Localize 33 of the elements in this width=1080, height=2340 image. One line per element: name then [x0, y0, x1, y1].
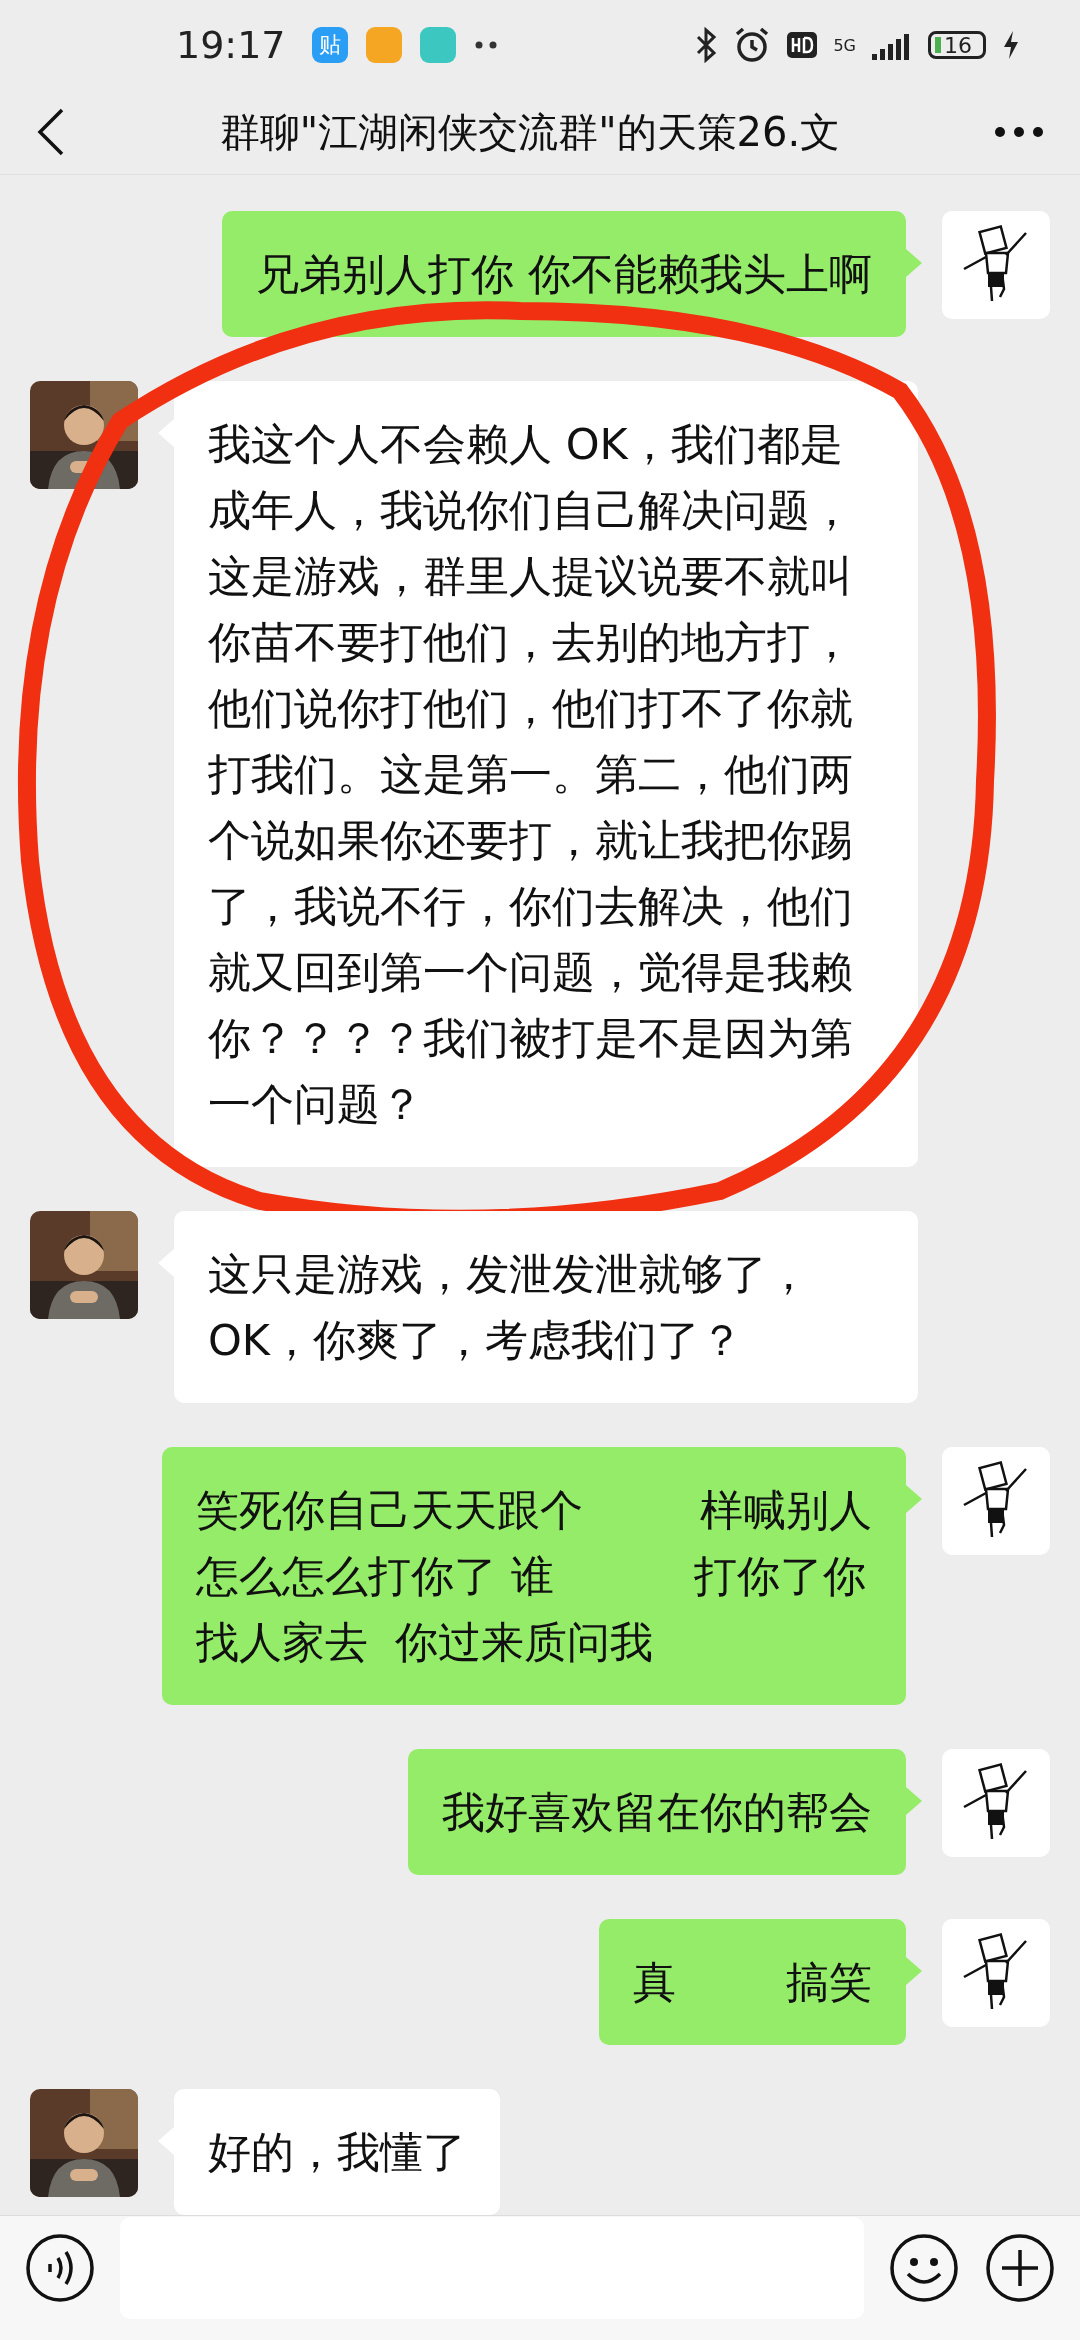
emoji-icon[interactable] — [888, 2231, 960, 2304]
message-text: 怎么怎么打你了 谁 — [196, 1549, 554, 1603]
message-bubble: 兄弟别人打你 你不能赖我头上啊 — [222, 210, 906, 337]
app-notification-icon: 贴 — [311, 27, 348, 64]
voice-icon[interactable] — [24, 2231, 96, 2304]
avatar-icon[interactable] — [942, 1446, 1050, 1555]
app-notification-icon — [419, 27, 456, 64]
bluetooth-icon — [695, 27, 718, 64]
network-type: 5G — [833, 35, 856, 55]
message-bubble: 我好喜欢留在你的帮会 — [408, 1748, 906, 1875]
message-input[interactable] — [120, 2216, 864, 2319]
more-notifications-icon — [473, 40, 498, 51]
back-icon[interactable] — [36, 107, 66, 158]
message-bubble: 我这个人不会赖人 OK，我们都是成年人，我说你们自己解决问题，这是游戏，群里人提议说要不就叫你苗不要打他们，去别的地方打，他们说你打他们，他们打不了你就打我们。这是第一。第二，他们两个说如果你还要打，就让我把你踢了，我说不行，你们去解决，他们就又回到第一个问题，觉得是我赖你？？？？我们被打是不是因为第一个问题？ — [174, 380, 918, 1167]
charging-icon — [1002, 30, 1020, 61]
hd-icon — [787, 32, 818, 59]
app-notification-icon — [365, 27, 402, 64]
message-text: 笑死你自己天天跟个 — [196, 1483, 583, 1537]
status-time: 19:17 — [176, 23, 286, 68]
avatar-icon[interactable] — [942, 210, 1050, 319]
add-icon[interactable] — [984, 2231, 1056, 2304]
message-text: 搞笑 — [786, 1955, 872, 2009]
avatar-icon[interactable] — [942, 1748, 1050, 1857]
more-icon[interactable] — [994, 126, 1044, 139]
message-text: 真 — [633, 1955, 676, 2009]
message-text: 找人家去 你过来质问我 — [196, 1615, 654, 1669]
battery-indicator: 16 — [928, 31, 986, 60]
message-text: 样喊别人 — [700, 1483, 872, 1537]
message-text: 打你了你 — [693, 1549, 866, 1603]
chat-title: 群聊"江湖闲侠交流群"的天策26.文 — [218, 107, 842, 157]
avatar-icon[interactable] — [942, 1918, 1050, 2027]
message-bubble: 这只是游戏，发泄发泄就够了，OK，你爽了，考虑我们了？ — [174, 1210, 918, 1403]
message-bubble: 好的，我懂了 — [174, 2088, 500, 2215]
